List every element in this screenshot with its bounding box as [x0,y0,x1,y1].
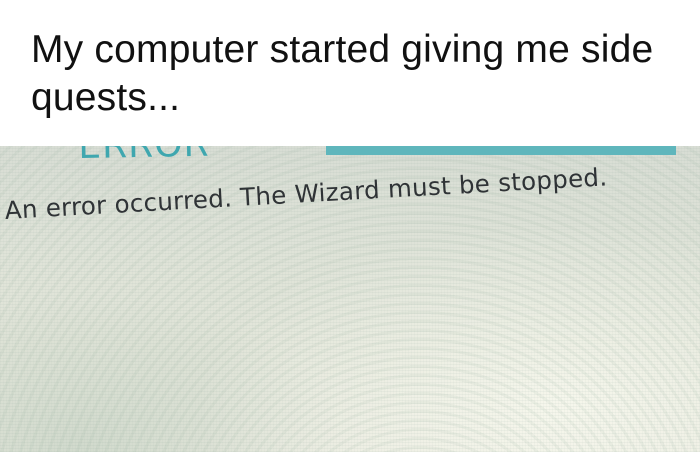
screen-photo: ERROR An error occurred. The Wizard must… [0,146,700,452]
meme-post: My computer started giving me side quest… [0,0,700,452]
error-message-text: An error occurred. The Wizard must be st… [4,162,609,225]
dialog-title-accent-bar [326,146,676,155]
meme-caption: My computer started giving me side quest… [31,28,654,119]
error-dialog-heading: ERROR [78,146,210,167]
